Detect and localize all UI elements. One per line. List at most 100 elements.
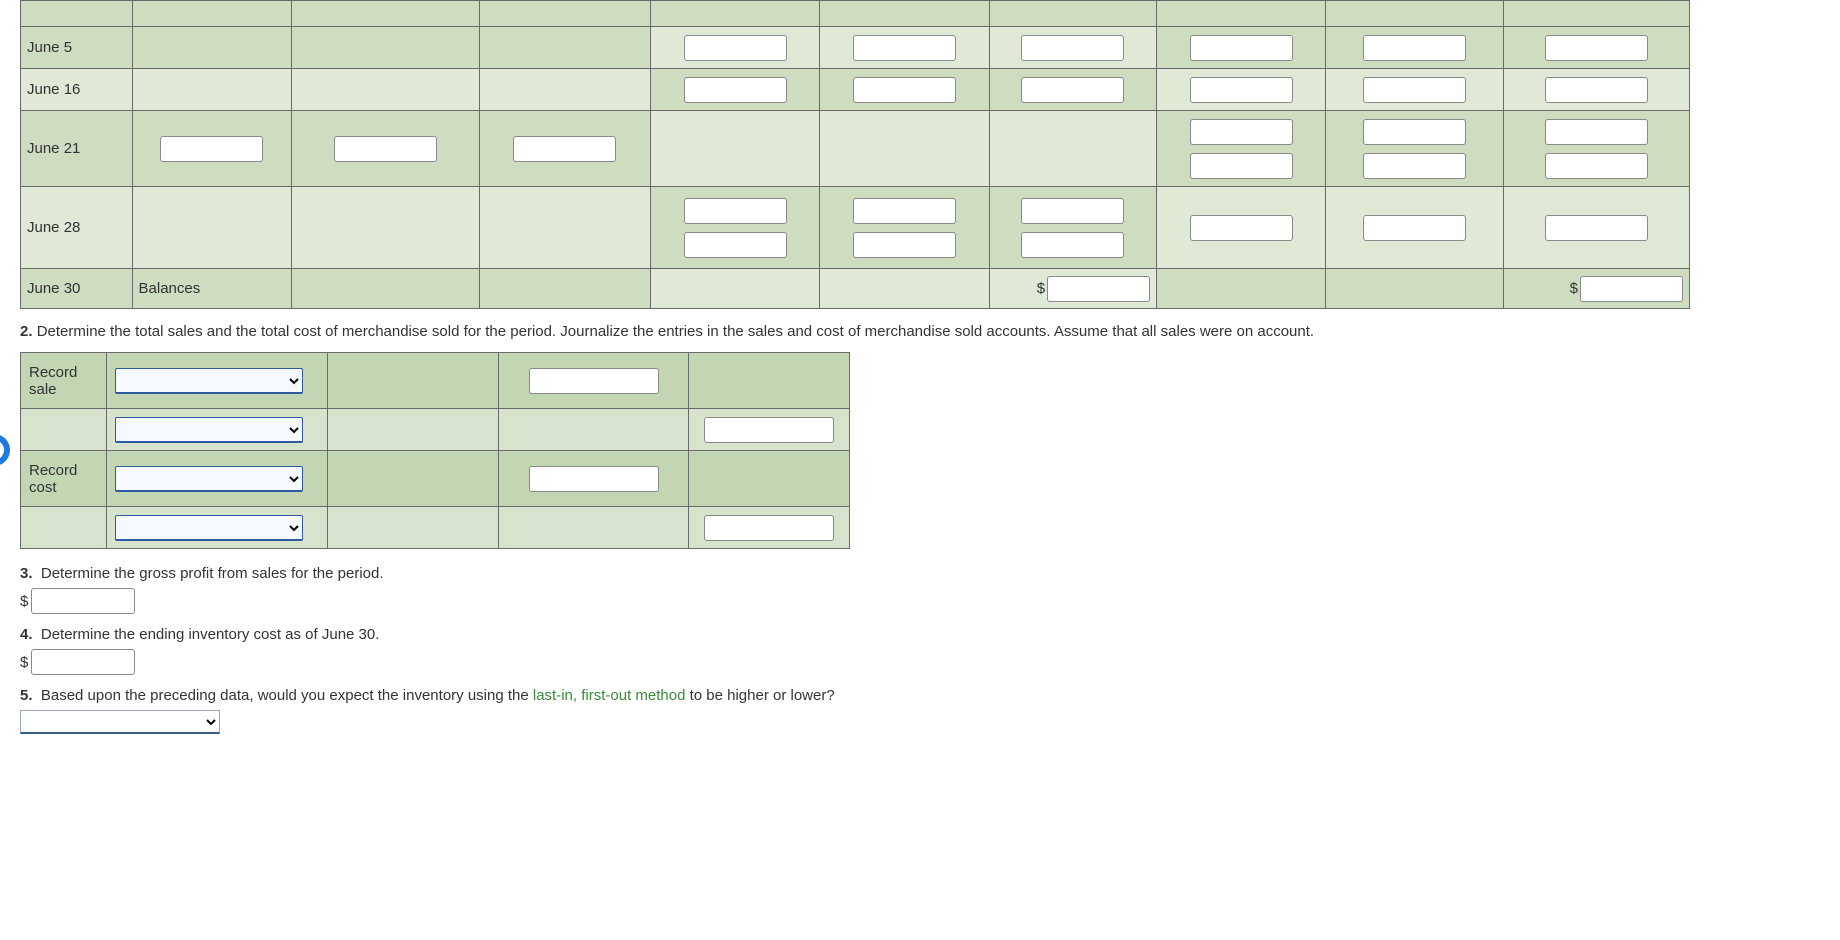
total-cost-input[interactable] <box>1021 35 1124 61</box>
journal-row-credit-sale <box>21 409 850 451</box>
cell-input[interactable] <box>1374 10 1456 16</box>
inv-total-input[interactable] <box>1545 119 1648 145</box>
amount-input[interactable] <box>704 417 834 443</box>
credit-cell <box>689 353 850 409</box>
unit-cost-input[interactable] <box>853 198 956 224</box>
q5-select[interactable] <box>20 710 220 734</box>
row-label <box>21 409 107 451</box>
table-row: June 5 <box>21 27 1690 69</box>
date-cell: June 28 <box>21 187 133 269</box>
row-label: Record cost <box>21 451 107 507</box>
input-cell <box>989 187 1156 269</box>
label-cell <box>132 69 291 111</box>
table-row <box>21 1 1690 27</box>
inv-qty-input[interactable] <box>1190 77 1293 103</box>
input-cell <box>1326 69 1504 111</box>
blank-cell <box>328 507 499 549</box>
amount-input[interactable] <box>529 466 659 492</box>
purchase-qty-input[interactable] <box>160 136 263 162</box>
table-row: June 21 <box>21 111 1690 187</box>
inv-total-input[interactable] <box>1545 215 1648 241</box>
inv-qty-input[interactable] <box>1190 153 1293 179</box>
inv-unit-input[interactable] <box>1363 215 1466 241</box>
blank-cell <box>479 69 650 111</box>
inv-total-input[interactable] <box>1545 153 1648 179</box>
purchase-total-input[interactable] <box>513 136 616 162</box>
input-cell <box>1157 27 1326 69</box>
account-select[interactable] <box>115 466 303 492</box>
total-cost-input[interactable] <box>1021 198 1124 224</box>
input-cell <box>1326 187 1504 269</box>
date-cell: June 30 <box>21 269 133 309</box>
debit-cell <box>498 451 689 507</box>
purchase-unit-input[interactable] <box>334 136 437 162</box>
q4-text: Determine the ending inventory cost as o… <box>41 626 380 643</box>
inv-qty-input[interactable] <box>1190 215 1293 241</box>
blank-cell <box>479 187 650 269</box>
inv-qty-input[interactable] <box>1190 35 1293 61</box>
inv-unit-input[interactable] <box>1363 153 1466 179</box>
spinner-partial <box>0 434 10 466</box>
unit-cost-input[interactable] <box>853 35 956 61</box>
inv-unit-input[interactable] <box>1363 35 1466 61</box>
balance-money-cell: $ <box>989 269 1156 309</box>
inv-unit-input[interactable] <box>1363 119 1466 145</box>
journal-row-record-cost: Record cost <box>21 451 850 507</box>
blank-cell <box>820 111 989 187</box>
unit-cost-input[interactable] <box>853 77 956 103</box>
total-cost-input[interactable] <box>1021 77 1124 103</box>
input-cell <box>650 69 819 111</box>
account-select[interactable] <box>115 515 303 541</box>
account-select-cell <box>107 409 328 451</box>
unit-cost-input[interactable] <box>853 232 956 258</box>
blank-cell <box>479 269 650 309</box>
balance-input[interactable] <box>1047 276 1150 302</box>
qty-input[interactable] <box>684 35 787 61</box>
cell-input[interactable] <box>1556 10 1638 16</box>
amount-input[interactable] <box>529 368 659 394</box>
qty-input[interactable] <box>684 198 787 224</box>
gross-profit-input[interactable] <box>31 588 135 614</box>
label-cell: Balances <box>132 269 291 309</box>
input-cell <box>820 69 989 111</box>
qty-input[interactable] <box>684 232 787 258</box>
q4-number: 4. <box>20 626 33 643</box>
input-cell <box>1504 27 1690 69</box>
dollar-sign: $ <box>1570 280 1578 297</box>
input-cell <box>1326 27 1504 69</box>
input-cell <box>1157 111 1326 187</box>
inv-total-input[interactable] <box>1545 35 1648 61</box>
credit-cell <box>689 507 850 549</box>
input-cell <box>820 187 989 269</box>
blank-cell <box>291 187 479 269</box>
blank-cell <box>820 269 989 309</box>
question-2: 2. Determine the total sales and the tot… <box>20 321 1820 342</box>
blank-cell <box>328 451 499 507</box>
input-cell <box>989 69 1156 111</box>
inv-unit-input[interactable] <box>1363 77 1466 103</box>
inv-qty-input[interactable] <box>1190 119 1293 145</box>
journal-row-credit-cost <box>21 507 850 549</box>
amount-input[interactable] <box>704 515 834 541</box>
dollar-sign: $ <box>20 593 28 610</box>
cell-input[interactable] <box>1200 10 1282 16</box>
dollar-sign: $ <box>1037 280 1045 297</box>
inv-total-input[interactable] <box>1545 77 1648 103</box>
question-5: 5. Based upon the preceding data, would … <box>20 687 1820 704</box>
input-cell <box>820 27 989 69</box>
blank-cell <box>291 269 479 309</box>
blank-cell <box>291 27 479 69</box>
ending-inventory-input[interactable] <box>31 649 135 675</box>
input-cell <box>291 111 479 187</box>
credit-cell <box>689 451 850 507</box>
input-cell <box>479 111 650 187</box>
debit-cell <box>498 507 689 549</box>
account-select[interactable] <box>115 368 303 394</box>
balance-input[interactable] <box>1580 276 1683 302</box>
blank-cell <box>328 353 499 409</box>
qty-input[interactable] <box>684 77 787 103</box>
account-select[interactable] <box>115 417 303 443</box>
lifo-link[interactable]: last-in, first-out method <box>533 687 686 704</box>
total-cost-input[interactable] <box>1021 232 1124 258</box>
q2-number: 2. <box>20 323 33 340</box>
